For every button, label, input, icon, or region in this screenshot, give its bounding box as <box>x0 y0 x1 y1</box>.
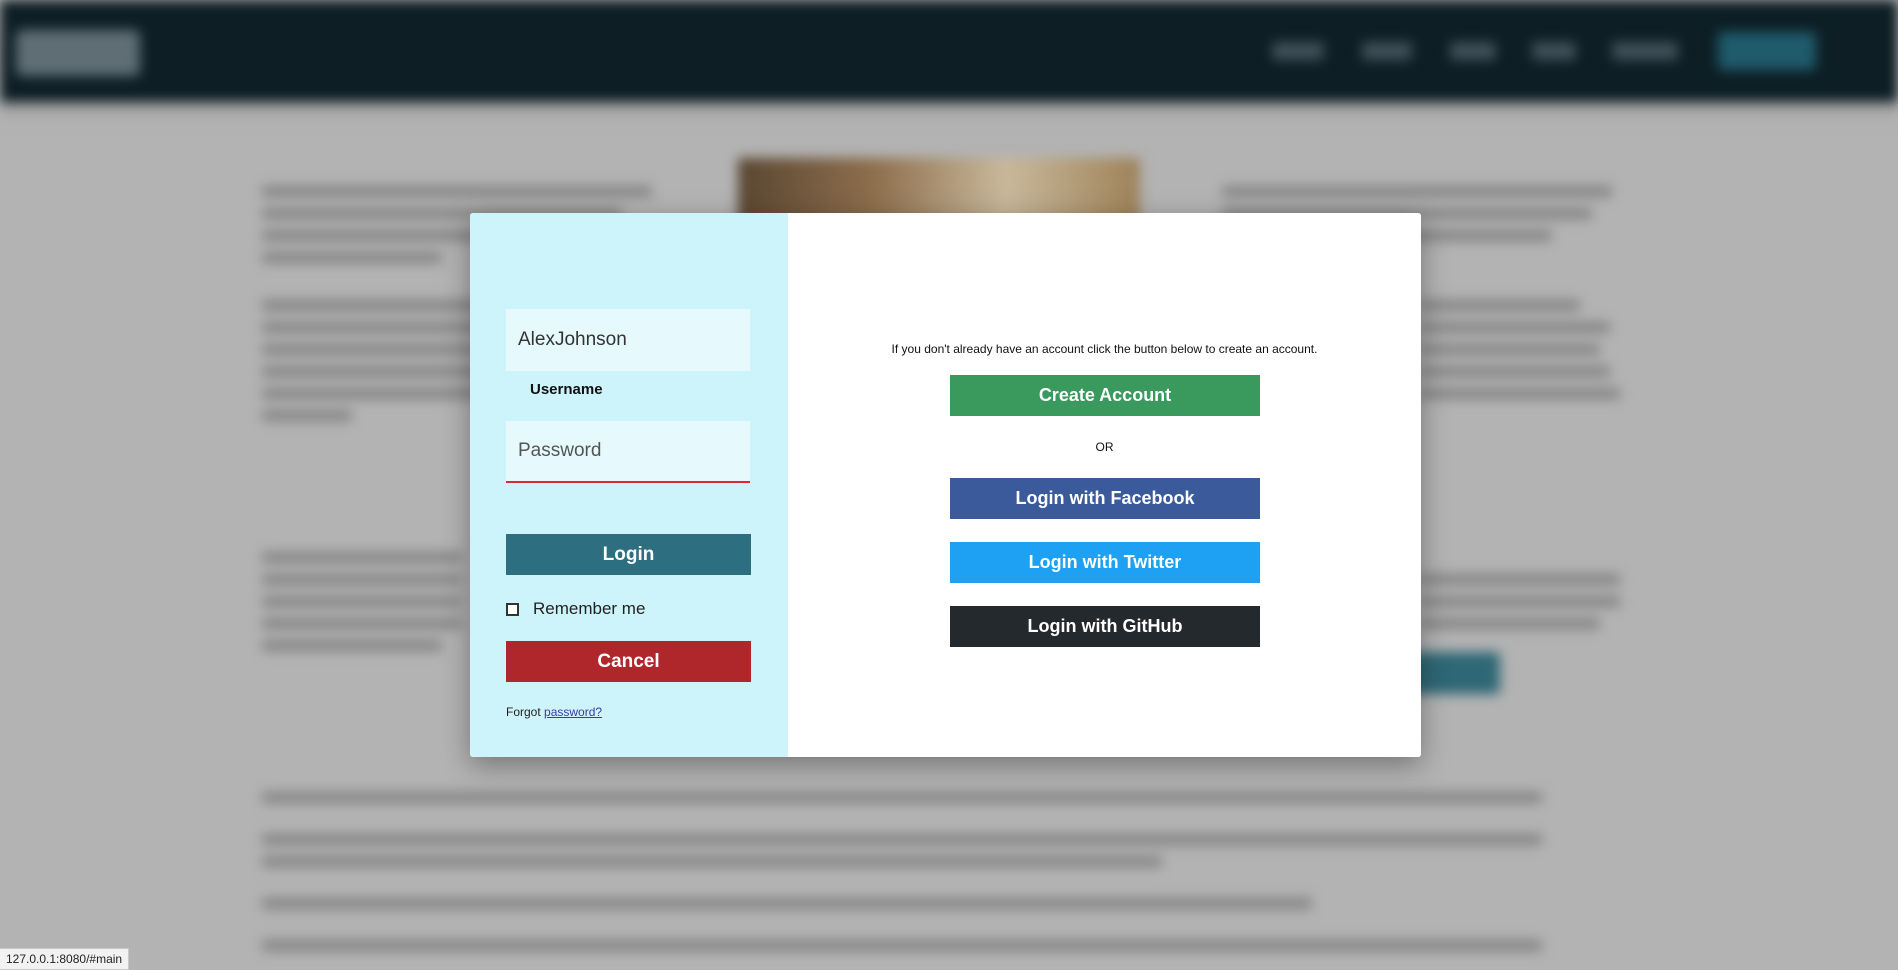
login-modal: Username Login Remember me Cancel Forgot… <box>470 213 1421 757</box>
nav-item <box>1450 42 1496 60</box>
forgot-password-text: Forgot password? <box>506 705 602 719</box>
login-github-button[interactable]: Login with GitHub <box>950 606 1260 647</box>
login-facebook-button[interactable]: Login with Facebook <box>950 478 1260 519</box>
nav-item <box>1272 42 1324 60</box>
nav-button <box>1718 32 1816 70</box>
or-separator: OR <box>1095 440 1114 454</box>
forgot-password-link[interactable]: password? <box>544 705 602 719</box>
login-button[interactable]: Login <box>506 534 751 575</box>
nav-item <box>1612 42 1678 60</box>
login-twitter-button[interactable]: Login with Twitter <box>950 542 1260 583</box>
remember-me-checkbox[interactable] <box>506 602 519 616</box>
username-label: Username <box>530 381 603 398</box>
password-input[interactable] <box>506 421 750 483</box>
site-header <box>0 0 1898 102</box>
remember-me-label: Remember me <box>533 599 646 618</box>
login-form-pane: Username Login Remember me Cancel Forgot… <box>470 213 788 757</box>
create-account-button[interactable]: Create Account <box>950 375 1260 416</box>
signup-prompt: If you don't already have an account cli… <box>891 342 1318 356</box>
nav-item <box>1362 42 1412 60</box>
forgot-prefix: Forgot <box>506 705 541 719</box>
nav-item <box>1532 42 1576 60</box>
remember-me-row[interactable]: Remember me <box>506 597 645 621</box>
status-bar-url: 127.0.0.1:8080/#main <box>0 948 130 970</box>
signup-pane: If you don't already have an account cli… <box>788 213 1421 757</box>
cancel-button[interactable]: Cancel <box>506 641 751 682</box>
username-input[interactable] <box>506 309 750 371</box>
site-logo <box>16 30 140 76</box>
